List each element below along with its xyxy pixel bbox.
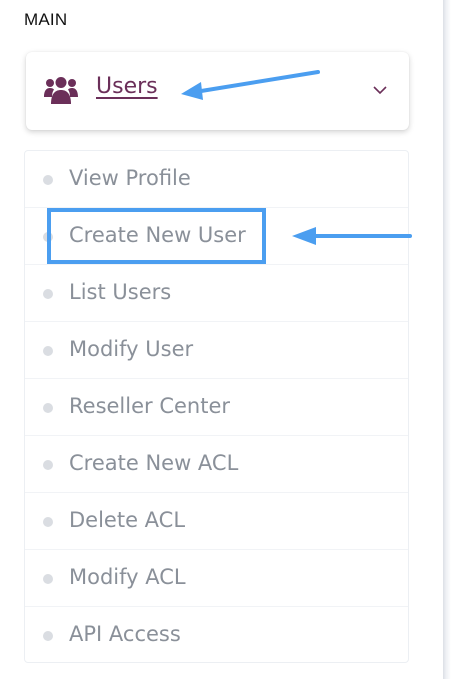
users-menu-label[interactable]: Users xyxy=(96,74,158,99)
bullet-icon xyxy=(43,631,53,641)
submenu-item-api-access[interactable]: API Access xyxy=(25,607,408,664)
submenu-item-label[interactable]: API Access xyxy=(69,622,181,646)
annotation-highlight-box xyxy=(47,208,266,264)
submenu-item-list-users[interactable]: List Users xyxy=(25,265,408,322)
submenu-item-label[interactable]: List Users xyxy=(69,280,171,304)
submenu-item-label[interactable]: Reseller Center xyxy=(69,394,230,418)
submenu-item-create-new-acl[interactable]: Create New ACL xyxy=(25,436,408,493)
chevron-down-icon[interactable] xyxy=(372,84,388,96)
submenu-item-reseller-center[interactable]: Reseller Center xyxy=(25,379,408,436)
bullet-icon xyxy=(43,574,53,584)
annotation-arrow-create-user xyxy=(292,227,412,245)
section-title: MAIN xyxy=(24,10,68,29)
bullet-icon xyxy=(43,403,53,413)
submenu-item-modify-acl[interactable]: Modify ACL xyxy=(25,550,408,607)
submenu-item-label[interactable]: Modify ACL xyxy=(69,565,186,589)
submenu-item-label[interactable]: Create New ACL xyxy=(69,451,238,475)
submenu-item-view-profile[interactable]: View Profile xyxy=(25,151,408,208)
submenu-item-delete-acl[interactable]: Delete ACL xyxy=(25,493,408,550)
bullet-icon xyxy=(43,517,53,527)
users-icon xyxy=(44,77,78,104)
bullet-icon xyxy=(43,460,53,470)
bullet-icon xyxy=(43,346,53,356)
bullet-icon xyxy=(43,289,53,299)
submenu-item-modify-user[interactable]: Modify User xyxy=(25,322,408,379)
submenu-item-label[interactable]: Delete ACL xyxy=(69,508,185,532)
annotation-arrow-users xyxy=(181,70,320,100)
sidebar-edge xyxy=(443,0,451,679)
submenu-item-label[interactable]: View Profile xyxy=(69,166,191,190)
submenu-item-label[interactable]: Modify User xyxy=(69,337,193,361)
bullet-icon xyxy=(43,175,53,185)
